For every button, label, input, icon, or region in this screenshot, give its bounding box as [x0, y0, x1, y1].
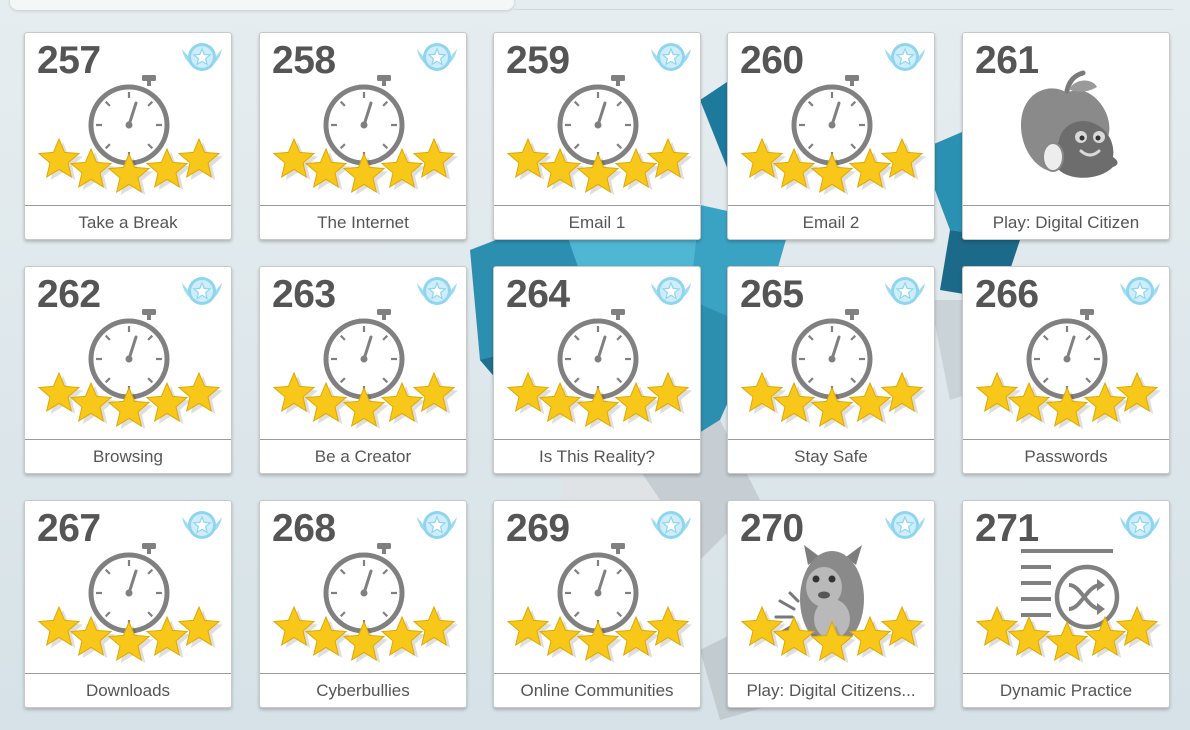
lesson-tile[interactable]: 267 Downloads	[24, 500, 232, 708]
lesson-number: 257	[37, 39, 101, 82]
shuffle-practice-icon	[1021, 549, 1120, 630]
lesson-number: 270	[740, 507, 804, 550]
lesson-tile[interactable]: 271 Dynamic Practice	[962, 500, 1170, 708]
lesson-tile[interactable]: 269 Online Communities	[493, 500, 701, 708]
stopwatch-icon	[323, 75, 405, 166]
lesson-title: Be a Creator	[260, 439, 466, 473]
stopwatch-icon	[557, 543, 639, 634]
star-badge-icon	[182, 511, 222, 539]
lesson-number: 262	[37, 273, 101, 316]
stopwatch-icon	[1026, 309, 1108, 400]
lesson-tile[interactable]: 262 Browsing	[24, 266, 232, 474]
lesson-tile[interactable]: 257 Take a Break	[24, 32, 232, 240]
lesson-number: 259	[506, 39, 570, 82]
stopwatch-icon	[791, 309, 873, 400]
lesson-title: Is This Reality?	[494, 439, 700, 473]
lesson-tile[interactable]: 270 Play: Digital Citizens...	[727, 500, 935, 708]
star-badge-icon	[885, 511, 925, 539]
star-badge-icon	[885, 277, 925, 305]
lesson-title: Browsing	[25, 439, 231, 473]
lesson-number: 261	[975, 39, 1039, 82]
star-badge-icon	[1120, 511, 1160, 539]
lesson-tile[interactable]: 264 Is This Reality?	[493, 266, 701, 474]
star-badge-icon	[885, 43, 925, 71]
lesson-number: 260	[740, 39, 804, 82]
star-badge-icon	[651, 43, 691, 71]
lesson-tile[interactable]: 265 Stay Safe	[727, 266, 935, 474]
apple-mascot-icon	[1021, 70, 1118, 178]
stopwatch-icon	[323, 543, 405, 634]
lesson-title: Email 2	[728, 205, 934, 239]
lesson-title: Downloads	[25, 673, 231, 707]
lesson-number: 269	[506, 507, 570, 550]
lesson-number: 267	[37, 507, 101, 550]
lesson-number: 258	[272, 39, 336, 82]
star-badge-icon	[182, 43, 222, 71]
stopwatch-icon	[791, 75, 873, 166]
lesson-title: Dynamic Practice	[963, 673, 1169, 707]
lesson-tile[interactable]: 268 Cyberbullies	[259, 500, 467, 708]
star-badge-icon	[417, 43, 457, 71]
lesson-number: 268	[272, 507, 336, 550]
lesson-title: Email 1	[494, 205, 700, 239]
lesson-tile[interactable]: 266 Passwords	[962, 266, 1170, 474]
star-badge-icon	[651, 277, 691, 305]
lesson-number: 263	[272, 273, 336, 316]
star-badge-icon	[651, 511, 691, 539]
lesson-number: 265	[740, 273, 804, 316]
star-badge-icon	[182, 277, 222, 305]
lesson-number: 266	[975, 273, 1039, 316]
lesson-title: Take a Break	[25, 205, 231, 239]
lesson-number: 271	[975, 507, 1039, 550]
stopwatch-icon	[88, 75, 170, 166]
stopwatch-icon	[88, 309, 170, 400]
stopwatch-icon	[88, 543, 170, 634]
lesson-title: Play: Digital Citizens...	[728, 673, 934, 707]
lesson-tile[interactable]: 258 The Internet	[259, 32, 467, 240]
lesson-title: Online Communities	[494, 673, 700, 707]
lesson-grid: 257 Take a Break 258 The Internet 259 Em…	[0, 0, 1190, 730]
lesson-title: The Internet	[260, 205, 466, 239]
stopwatch-icon	[557, 309, 639, 400]
lesson-title: Stay Safe	[728, 439, 934, 473]
lesson-tile[interactable]: 260 Email 2	[727, 32, 935, 240]
stopwatch-icon	[323, 309, 405, 400]
star-badge-icon	[1120, 277, 1160, 305]
lesson-title: Play: Digital Citizen	[963, 205, 1169, 239]
stopwatch-icon	[557, 75, 639, 166]
lesson-tile[interactable]: 263 Be a Creator	[259, 266, 467, 474]
lesson-title: Passwords	[963, 439, 1169, 473]
lesson-title: Cyberbullies	[260, 673, 466, 707]
star-badge-icon	[417, 511, 457, 539]
lesson-number: 264	[506, 273, 570, 316]
star-badge-icon	[417, 277, 457, 305]
lesson-tile[interactable]: 259 Email 1	[493, 32, 701, 240]
lesson-tile[interactable]: 261 Play: Digital Citizen	[962, 32, 1170, 240]
